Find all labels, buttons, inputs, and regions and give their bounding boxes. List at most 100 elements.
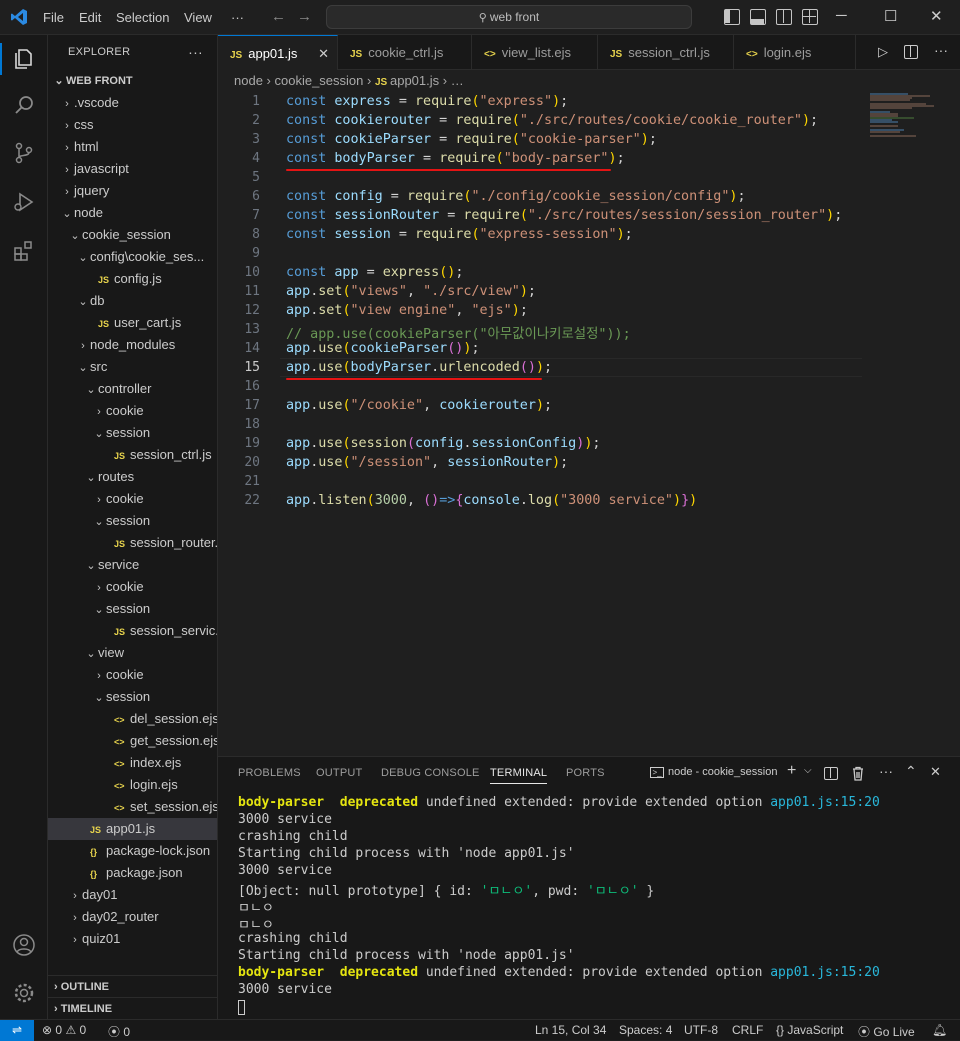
tree-file[interactable]: {} package.json (48, 862, 217, 884)
tree-folder[interactable]: › cookie (48, 576, 217, 598)
tree-folder[interactable]: › node_modules (48, 334, 217, 356)
panel-tab-problems[interactable]: PROBLEMS (238, 767, 301, 779)
tree-folder[interactable]: › day02_router (48, 906, 217, 928)
outline-section[interactable]: › OUTLINE (48, 975, 217, 997)
search-view-icon[interactable] (12, 93, 36, 117)
split-terminal-icon[interactable] (824, 767, 838, 780)
chevron-down-icon[interactable]: ⌵ (804, 765, 812, 776)
tab-session-ctrl-js[interactable]: JS session_ctrl.js (598, 35, 734, 70)
tree-folder[interactable]: › cookie (48, 664, 217, 686)
tree-file[interactable]: JS app01.js (48, 818, 217, 840)
tree-folder[interactable]: › javascript (48, 158, 217, 180)
notifications-bell-icon[interactable]: 🔔︎ (932, 1023, 947, 1037)
ports-status[interactable]: ⦿ 0 (108, 1023, 130, 1040)
customize-layout-icon[interactable] (802, 9, 818, 25)
menu-file[interactable]: File (43, 10, 64, 25)
tree-folder[interactable]: › css (48, 114, 217, 136)
menu-edit[interactable]: Edit (79, 10, 101, 25)
explorer-icon[interactable] (12, 47, 36, 71)
tree-file[interactable]: {} package-lock.json (48, 840, 217, 862)
tree-file[interactable]: <> login.ejs (48, 774, 217, 796)
tree-file[interactable]: <> del_session.ejs (48, 708, 217, 730)
extensions-icon[interactable] (12, 239, 36, 263)
tree-folder[interactable]: ⌄ session (48, 686, 217, 708)
run-file-icon[interactable]: ▷ (878, 44, 888, 60)
tree-folder[interactable]: ⌄ session (48, 598, 217, 620)
indentation[interactable]: Spaces: 4 (619, 1023, 672, 1037)
toggle-primary-sidebar-icon[interactable] (724, 9, 740, 25)
accounts-icon[interactable] (12, 933, 36, 957)
tree-folder[interactable]: › html (48, 136, 217, 158)
tree-file[interactable]: <> get_session.ejs (48, 730, 217, 752)
encoding[interactable]: UTF-8 (684, 1023, 718, 1037)
tree-folder[interactable]: › cookie (48, 400, 217, 422)
go-live-button[interactable]: ⦿ Go Live (858, 1023, 915, 1040)
tree-folder[interactable]: ⌄ session (48, 422, 217, 444)
tree-folder[interactable]: ⌄ controller (48, 378, 217, 400)
problems-status[interactable]: ⊗ 0 ⚠ 0 (42, 1023, 86, 1037)
breadcrumb-node[interactable]: node (234, 73, 263, 88)
tree-folder[interactable]: ⌄ src (48, 356, 217, 378)
tree-folder[interactable]: ⌄ routes (48, 466, 217, 488)
tree-folder[interactable]: ⌄ view (48, 642, 217, 664)
close-window-icon[interactable]: ✕ (930, 7, 943, 25)
tree-folder[interactable]: › quiz01 (48, 928, 217, 950)
breadcrumb-file[interactable]: app01.js (390, 73, 439, 88)
tree-file[interactable]: JS user_cart.js (48, 312, 217, 334)
timeline-section[interactable]: › TIMELINE (48, 997, 217, 1019)
tree-folder[interactable]: ⌄ service (48, 554, 217, 576)
minimize-icon[interactable]: ─ (836, 7, 847, 24)
run-debug-icon[interactable] (12, 190, 36, 214)
maximize-icon[interactable]: ☐ (884, 7, 897, 25)
more-actions-icon[interactable]: ··· (879, 763, 893, 779)
language-mode[interactable]: {} JavaScript (776, 1023, 843, 1037)
tree-folder[interactable]: › day01 (48, 884, 217, 906)
tree-folder[interactable]: › cookie (48, 488, 217, 510)
settings-gear-icon[interactable] (12, 981, 36, 1005)
panel-tab-debug-console[interactable]: DEBUG CONSOLE (381, 767, 480, 779)
maximize-panel-icon[interactable]: ⌃ (905, 763, 917, 780)
tab-login-ejs[interactable]: <> login.ejs (734, 35, 856, 70)
split-editor-icon[interactable] (904, 45, 918, 59)
panel-tab-terminal[interactable]: TERMINAL (490, 767, 548, 784)
toggle-secondary-sidebar-icon[interactable] (776, 9, 792, 25)
tree-file[interactable]: JS session_router.js (48, 532, 217, 554)
tree-file[interactable]: JS config.js (48, 268, 217, 290)
toggle-panel-icon[interactable] (750, 9, 766, 25)
terminal-instance[interactable]: >_ node - cookie_session (650, 766, 777, 778)
tree-folder[interactable]: ⌄ node (48, 202, 217, 224)
minimap[interactable] (868, 92, 948, 152)
breadcrumb-symbol[interactable]: … (451, 73, 464, 88)
tree-folder[interactable]: ⌄ db (48, 290, 217, 312)
tab-cookie-ctrl-js[interactable]: JS cookie_ctrl.js (338, 35, 472, 70)
menu-view[interactable]: View (184, 10, 212, 25)
more-actions-icon[interactable]: ··· (188, 35, 203, 70)
tree-folder[interactable]: ⌄ session (48, 510, 217, 532)
tree-folder[interactable]: › jquery (48, 180, 217, 202)
tree-file[interactable]: JS session_servic... (48, 620, 217, 642)
tree-folder[interactable]: ⌄ config\cookie_ses... (48, 246, 217, 268)
end-of-line[interactable]: CRLF (732, 1023, 763, 1037)
code-editor[interactable]: 1 const express = require("express"); 2 con… (218, 92, 960, 756)
panel-tab-ports[interactable]: PORTS (566, 767, 605, 779)
tree-file[interactable]: JS session_ctrl.js (48, 444, 217, 466)
close-panel-icon[interactable]: ✕ (930, 764, 941, 780)
tree-folder[interactable]: › .vscode (48, 92, 217, 114)
new-terminal-icon[interactable]: + (787, 762, 796, 780)
tree-file[interactable]: <> set_session.ejs (48, 796, 217, 818)
source-control-icon[interactable] (12, 141, 36, 165)
panel-tab-output[interactable]: OUTPUT (316, 767, 362, 779)
tree-folder[interactable]: ⌄ cookie_session (48, 224, 217, 246)
tab-view-list-ejs[interactable]: <> view_list.ejs (472, 35, 598, 70)
remote-indicator-icon[interactable]: ⇌ (0, 1020, 34, 1041)
workspace-root[interactable]: ⌄ WEB FRONT (48, 70, 217, 92)
menu-selection[interactable]: Selection (116, 10, 169, 25)
trash-icon[interactable] (851, 766, 865, 781)
menu-more[interactable]: ··· (231, 10, 244, 25)
tree-file[interactable]: <> index.ejs (48, 752, 217, 774)
breadcrumb-cookie-session[interactable]: cookie_session (275, 73, 364, 88)
close-tab-icon[interactable]: ✕ (318, 36, 329, 71)
cursor-position[interactable]: Ln 15, Col 34 (535, 1023, 606, 1037)
editor-more-actions-icon[interactable]: ··· (934, 42, 948, 58)
tab-app01-js[interactable]: JS app01.js ✕ (218, 35, 338, 70)
